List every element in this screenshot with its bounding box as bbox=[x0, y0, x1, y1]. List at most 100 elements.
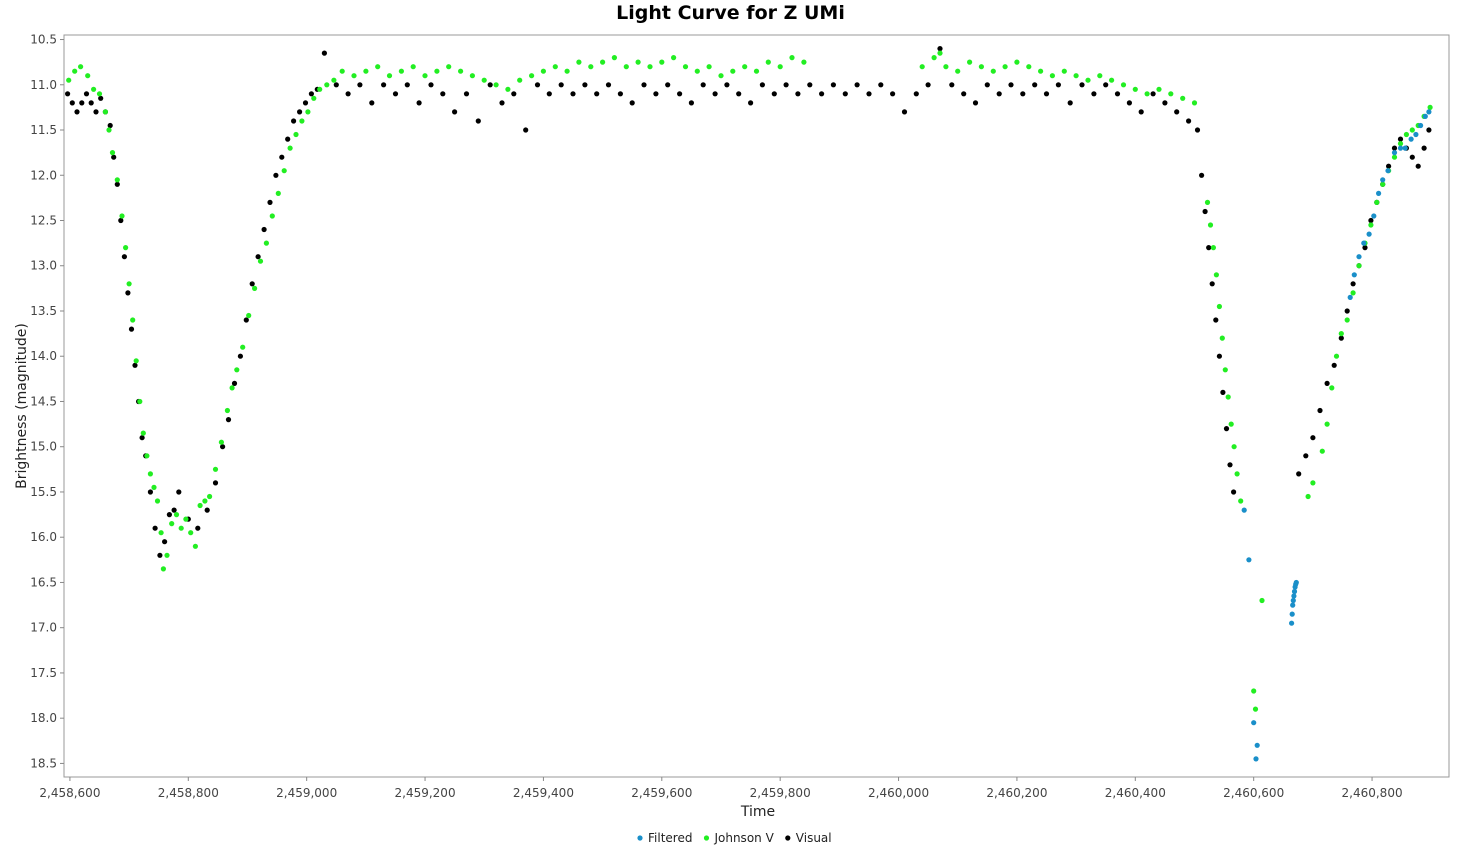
data-point bbox=[1186, 118, 1192, 124]
data-point bbox=[570, 91, 576, 97]
data-point bbox=[1391, 145, 1398, 151]
data-point bbox=[677, 91, 683, 97]
data-point bbox=[162, 539, 168, 545]
x-tick-label: 2,459,400 bbox=[513, 786, 574, 800]
data-point bbox=[623, 64, 629, 70]
data-point bbox=[240, 344, 246, 350]
data-point bbox=[801, 59, 807, 65]
data-point bbox=[1097, 73, 1103, 79]
y-tick-label: 13.0 bbox=[30, 259, 57, 273]
data-point bbox=[1079, 82, 1085, 88]
data-point bbox=[1138, 109, 1144, 115]
y-tick-label: 11.5 bbox=[30, 123, 57, 137]
data-point bbox=[114, 181, 120, 187]
data-point bbox=[1371, 213, 1377, 219]
data-point bbox=[452, 109, 458, 115]
data-point bbox=[1026, 64, 1032, 70]
data-point bbox=[1344, 308, 1350, 314]
data-point bbox=[659, 59, 665, 65]
data-point bbox=[404, 82, 410, 88]
data-point bbox=[635, 59, 641, 65]
data-point bbox=[302, 100, 309, 106]
legend-item: Filtered bbox=[637, 831, 692, 845]
y-tick-label: 13.5 bbox=[30, 304, 57, 318]
data-point bbox=[978, 64, 985, 70]
data-point bbox=[517, 77, 523, 83]
data-point bbox=[169, 521, 175, 527]
data-point bbox=[576, 59, 582, 65]
data-point bbox=[96, 91, 103, 97]
data-point bbox=[416, 100, 422, 106]
data-point bbox=[1020, 91, 1026, 97]
data-point bbox=[913, 91, 919, 97]
data-point bbox=[1409, 127, 1415, 133]
data-point bbox=[252, 285, 258, 291]
data-point bbox=[1397, 136, 1404, 142]
data-point bbox=[682, 64, 689, 70]
data-point bbox=[381, 82, 387, 88]
data-point bbox=[1421, 145, 1427, 151]
data-point bbox=[1350, 290, 1356, 296]
data-point bbox=[173, 511, 180, 518]
data-point bbox=[558, 82, 564, 88]
data-point bbox=[1289, 611, 1295, 617]
data-point bbox=[1376, 190, 1382, 196]
data-point bbox=[718, 73, 724, 79]
legend-marker bbox=[703, 835, 710, 841]
data-point bbox=[243, 317, 249, 323]
data-point bbox=[890, 91, 896, 97]
data-point bbox=[1397, 141, 1404, 147]
data-point bbox=[1426, 109, 1432, 115]
data-point bbox=[1291, 588, 1298, 595]
data-point bbox=[1150, 91, 1156, 97]
data-point bbox=[78, 64, 84, 70]
data-point bbox=[132, 362, 138, 368]
data-point bbox=[1290, 597, 1296, 604]
data-point bbox=[1409, 154, 1415, 160]
data-point bbox=[700, 82, 706, 88]
data-point bbox=[291, 118, 297, 124]
data-point bbox=[152, 525, 158, 531]
data-point bbox=[114, 177, 120, 183]
data-point bbox=[1252, 706, 1259, 712]
data-point bbox=[269, 213, 275, 219]
data-point bbox=[1209, 281, 1215, 287]
x-tick-label: 2,460,600 bbox=[1223, 786, 1284, 800]
data-point bbox=[759, 82, 766, 88]
data-point bbox=[331, 77, 337, 83]
data-point bbox=[795, 91, 801, 97]
chart: 10.5 11.0 11.5 12.0 12.5 13.0 13.5 14.0 14.5 15.0… bbox=[14, 33, 1450, 845]
data-point bbox=[463, 91, 470, 97]
data-point bbox=[1329, 385, 1335, 391]
data-point bbox=[688, 100, 695, 106]
data-point bbox=[1043, 91, 1050, 97]
legend: Filtered Johnson V Visual bbox=[637, 831, 832, 845]
data-point bbox=[1202, 208, 1208, 215]
data-point bbox=[369, 100, 375, 106]
data-point bbox=[72, 68, 78, 74]
data-point bbox=[1319, 448, 1325, 454]
data-point bbox=[647, 64, 653, 70]
data-point bbox=[1426, 127, 1432, 133]
data-point bbox=[171, 507, 177, 513]
data-point bbox=[1231, 444, 1237, 450]
data-point bbox=[594, 91, 600, 97]
data-point bbox=[600, 59, 606, 65]
data-point bbox=[69, 100, 75, 106]
data-point bbox=[1225, 394, 1231, 400]
data-point bbox=[1385, 168, 1391, 174]
data-point bbox=[1310, 480, 1316, 486]
data-point bbox=[605, 82, 612, 88]
data-point bbox=[1338, 331, 1344, 337]
data-point bbox=[481, 77, 487, 83]
data-point bbox=[125, 290, 131, 296]
data-point bbox=[1049, 73, 1055, 79]
data-point bbox=[398, 68, 404, 74]
data-point bbox=[137, 398, 143, 405]
data-point bbox=[1103, 82, 1109, 88]
data-point bbox=[984, 82, 990, 88]
data-point bbox=[1351, 272, 1357, 278]
data-point bbox=[582, 82, 588, 88]
data-point bbox=[523, 127, 529, 133]
data-point bbox=[1350, 281, 1356, 287]
